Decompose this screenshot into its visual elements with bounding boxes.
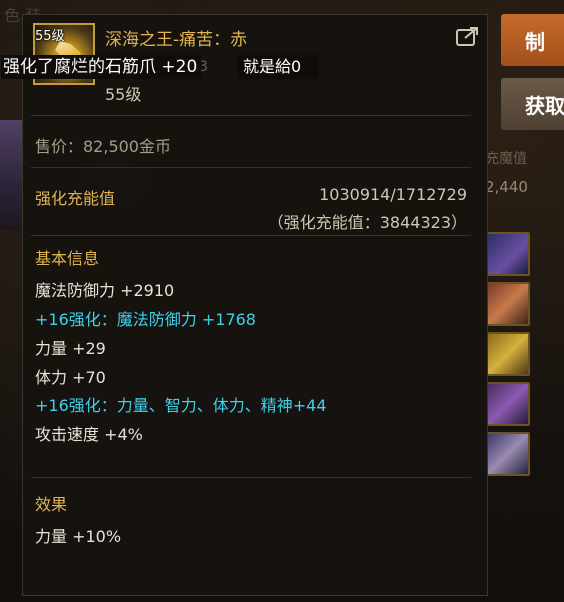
enhance-notice: 强化了腐烂的石筋爪 +20 bbox=[1, 55, 202, 79]
item-thumbnail[interactable] bbox=[486, 232, 530, 276]
item-level: 55级 bbox=[105, 85, 142, 104]
effect-line: 力量 +10% bbox=[35, 527, 122, 546]
item-thumbnail[interactable] bbox=[486, 382, 530, 426]
divider bbox=[31, 235, 471, 236]
charge-label: 强化充能值 bbox=[35, 189, 116, 208]
background-label: 充魔值 bbox=[485, 151, 527, 167]
charge-total: （强化充能值：3844323） bbox=[267, 213, 467, 232]
stat-line: 体力 +70 bbox=[35, 368, 106, 387]
stat-line: 魔法防御力 +2910 bbox=[35, 281, 175, 300]
item-thumbnail-list bbox=[486, 232, 530, 482]
charge-value: 1030914/1712729 bbox=[319, 185, 467, 204]
item-thumbnail[interactable] bbox=[486, 432, 530, 476]
enhance-stat-line: +16强化：魔法防御力 +1768 bbox=[35, 310, 256, 329]
chat-message: 就是給0 bbox=[237, 55, 319, 79]
obtain-button[interactable]: 获取 bbox=[501, 78, 564, 130]
item-level-badge: 55级 bbox=[35, 29, 65, 44]
item-thumbnail[interactable] bbox=[486, 332, 530, 376]
enhance-stat-line: +16强化：力量、智力、体力、精神+44 bbox=[35, 396, 327, 415]
item-thumbnail[interactable] bbox=[486, 282, 530, 326]
divider bbox=[31, 115, 471, 116]
divider bbox=[31, 167, 471, 168]
stat-line: 力量 +29 bbox=[35, 339, 106, 358]
background-character-strip bbox=[0, 120, 24, 230]
item-tooltip: 55级 深海之王-痛苦：赤 3 强化了腐烂的石筋爪 +20 就是給0 55级 售… bbox=[1, 14, 488, 596]
basic-info-title: 基本信息 bbox=[35, 249, 100, 268]
craft-button[interactable]: 制 bbox=[501, 14, 564, 66]
item-price: 售价：82,500金币 bbox=[35, 137, 171, 156]
background-value: 2,440 bbox=[485, 178, 528, 196]
divider bbox=[31, 477, 471, 478]
item-name: 深海之王-痛苦：赤 bbox=[105, 30, 248, 50]
effect-title: 效果 bbox=[35, 495, 68, 514]
stat-line: 攻击速度 +4% bbox=[35, 425, 143, 444]
share-icon[interactable] bbox=[455, 25, 481, 47]
